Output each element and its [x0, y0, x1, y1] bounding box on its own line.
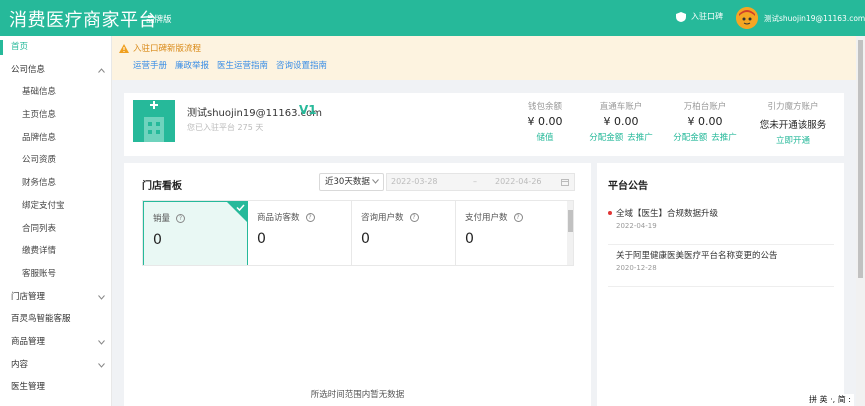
- sidebar: 首页 公司信息 基础信息 主页信息 品牌信息 公司资质 财务信息 绑定支付宝 合…: [0, 36, 112, 406]
- announcement-item[interactable]: 全域【医生】合规数据升级 2022-04-19: [608, 207, 834, 245]
- avatar[interactable]: [736, 7, 758, 29]
- sidebar-item-finance-info[interactable]: 财务信息: [0, 172, 111, 195]
- link-doctor-guide[interactable]: 医生运营指南: [217, 61, 268, 71]
- notice-links: 运营手册 廉政举报 医生运营指南 咨询设置指南: [133, 59, 335, 71]
- stat-product-visitors[interactable]: 商品访客数? 0: [248, 201, 352, 265]
- sidebar-item-product-management[interactable]: 商品管理: [0, 331, 111, 354]
- shop-logo: [133, 100, 175, 142]
- start-date: 2022-03-28: [391, 177, 438, 186]
- warning-icon: [119, 43, 129, 53]
- chevron-down-icon: [98, 294, 105, 300]
- account-yinli: 引力魔方账户 您未开通该服务 立即开通: [759, 102, 827, 146]
- sidebar-item-contract-list[interactable]: 合同列表: [0, 218, 111, 241]
- vip-level-badge: V1: [299, 103, 317, 117]
- date-separator: –: [473, 177, 477, 186]
- page-scrollbar[interactable]: [856, 36, 865, 406]
- account-ztc: 直通车账户 ¥ 0.00 分配金额 去推广: [589, 102, 653, 143]
- joined-days: 您已入驻平台 275 天: [187, 123, 264, 132]
- chevron-up-icon: [98, 67, 105, 73]
- sidebar-item-basic-info[interactable]: 基础信息: [0, 81, 111, 104]
- shield-icon: [676, 11, 686, 22]
- chevron-down-icon: [98, 340, 105, 345]
- sidebar-item-doctor-management[interactable]: 医生管理: [0, 376, 111, 399]
- sidebar-item-home[interactable]: 首页: [0, 36, 111, 59]
- allocate-link[interactable]: 分配金额: [589, 133, 623, 143]
- sidebar-item-service-account[interactable]: 客服账号: [0, 263, 111, 286]
- link-integrity-report[interactable]: 廉政举报: [175, 61, 209, 71]
- allocate-link[interactable]: 分配金额: [673, 133, 707, 143]
- store-dashboard: 门店看板 近30天数据 2022-03-28 – 2022-04-26 销量? …: [124, 163, 591, 406]
- announcement-panel: 平台公告 全域【医生】合规数据升级 2022-04-19 关于阿里健康医美医疗平…: [597, 163, 844, 406]
- calendar-icon: [561, 179, 569, 186]
- sidebar-item-payment-detail[interactable]: 缴费详情: [0, 240, 111, 263]
- sidebar-item-store-management[interactable]: 门店管理: [0, 286, 111, 309]
- empty-state: 所选时间范围内暂无数据: [310, 390, 405, 400]
- unread-dot: [608, 211, 612, 215]
- recharge-link[interactable]: 储值: [536, 133, 553, 143]
- stat-pay-users[interactable]: 支付用户数? 0: [456, 201, 567, 265]
- date-range-select[interactable]: 近30天数据: [319, 173, 384, 191]
- stat-sales[interactable]: 销量? 0: [143, 201, 248, 265]
- help-icon[interactable]: ?: [305, 213, 315, 222]
- sidebar-item-smart-service[interactable]: 百灵鸟智能客服: [0, 308, 111, 331]
- announcement-item[interactable]: 关于阿里健康医美医疗平台名称变更的公告 2020-12-28: [608, 249, 834, 287]
- account-wanbaitai: 万柏台账户 ¥ 0.00 分配金额 去推广: [673, 102, 737, 143]
- shop-info-card: 测试shuojin19@11163.com V1 您已入驻平台 275 天 钱包…: [124, 93, 844, 156]
- sidebar-item-company-qualification[interactable]: 公司资质: [0, 149, 111, 172]
- link-consult-guide[interactable]: 咨询设置指南: [276, 61, 327, 71]
- link-operation-manual[interactable]: 运营手册: [133, 61, 167, 71]
- avatar-face-icon: [736, 7, 758, 29]
- help-icon[interactable]: ?: [513, 213, 523, 222]
- settle-label: 入驻口碑: [691, 12, 723, 21]
- end-date: 2022-04-26: [495, 177, 542, 186]
- stats-row: 销量? 0 商品访客数? 0 咨询用户数? 0 支付用户数? 0: [142, 200, 574, 266]
- board-title: 门店看板: [142, 181, 182, 192]
- chevron-down-icon: [372, 179, 379, 184]
- sidebar-item-brand-info[interactable]: 品牌信息: [0, 127, 111, 150]
- sidebar-item-content[interactable]: 内容: [0, 354, 111, 377]
- sidebar-item-homepage-info[interactable]: 主页信息: [0, 104, 111, 127]
- ime-indicator[interactable]: 拼 英 ·, 简 :: [806, 394, 854, 406]
- sidebar-item-bind-alipay[interactable]: 绑定支付宝: [0, 195, 111, 218]
- settle-button[interactable]: 入驻口碑: [676, 11, 723, 22]
- stats-scrollbar[interactable]: [567, 201, 573, 265]
- platform-title[interactable]: 消费医疗商家平台: [9, 6, 157, 32]
- top-bar: 消费医疗商家平台 品牌版 入驻口碑 测试shuojin19@11163.com: [0, 0, 865, 36]
- promote-link[interactable]: 去推广: [627, 133, 653, 143]
- scrollbar-thumb[interactable]: [858, 40, 863, 278]
- user-email[interactable]: 测试shuojin19@11163.com: [764, 13, 865, 24]
- promote-link[interactable]: 去推广: [711, 133, 737, 143]
- notice-title[interactable]: 入驻口碑新版流程: [119, 42, 201, 54]
- announcement-title: 平台公告: [608, 181, 648, 192]
- edition-badge: 品牌版: [146, 15, 172, 25]
- sidebar-item-company-info[interactable]: 公司信息: [0, 59, 111, 82]
- help-icon[interactable]: ?: [176, 214, 186, 223]
- date-range-picker[interactable]: 2022-03-28 – 2022-04-26: [386, 173, 575, 191]
- stat-consult-users[interactable]: 咨询用户数? 0: [352, 201, 456, 265]
- check-icon: [236, 204, 245, 211]
- shop-building-icon: [144, 101, 164, 142]
- open-service-link[interactable]: 立即开通: [776, 136, 810, 146]
- chevron-down-icon: [98, 362, 105, 368]
- help-icon[interactable]: ?: [409, 213, 419, 222]
- scrollbar-thumb[interactable]: [568, 210, 573, 232]
- notice-bar: 入驻口碑新版流程 运营手册 廉政举报 医生运营指南 咨询设置指南: [112, 36, 856, 80]
